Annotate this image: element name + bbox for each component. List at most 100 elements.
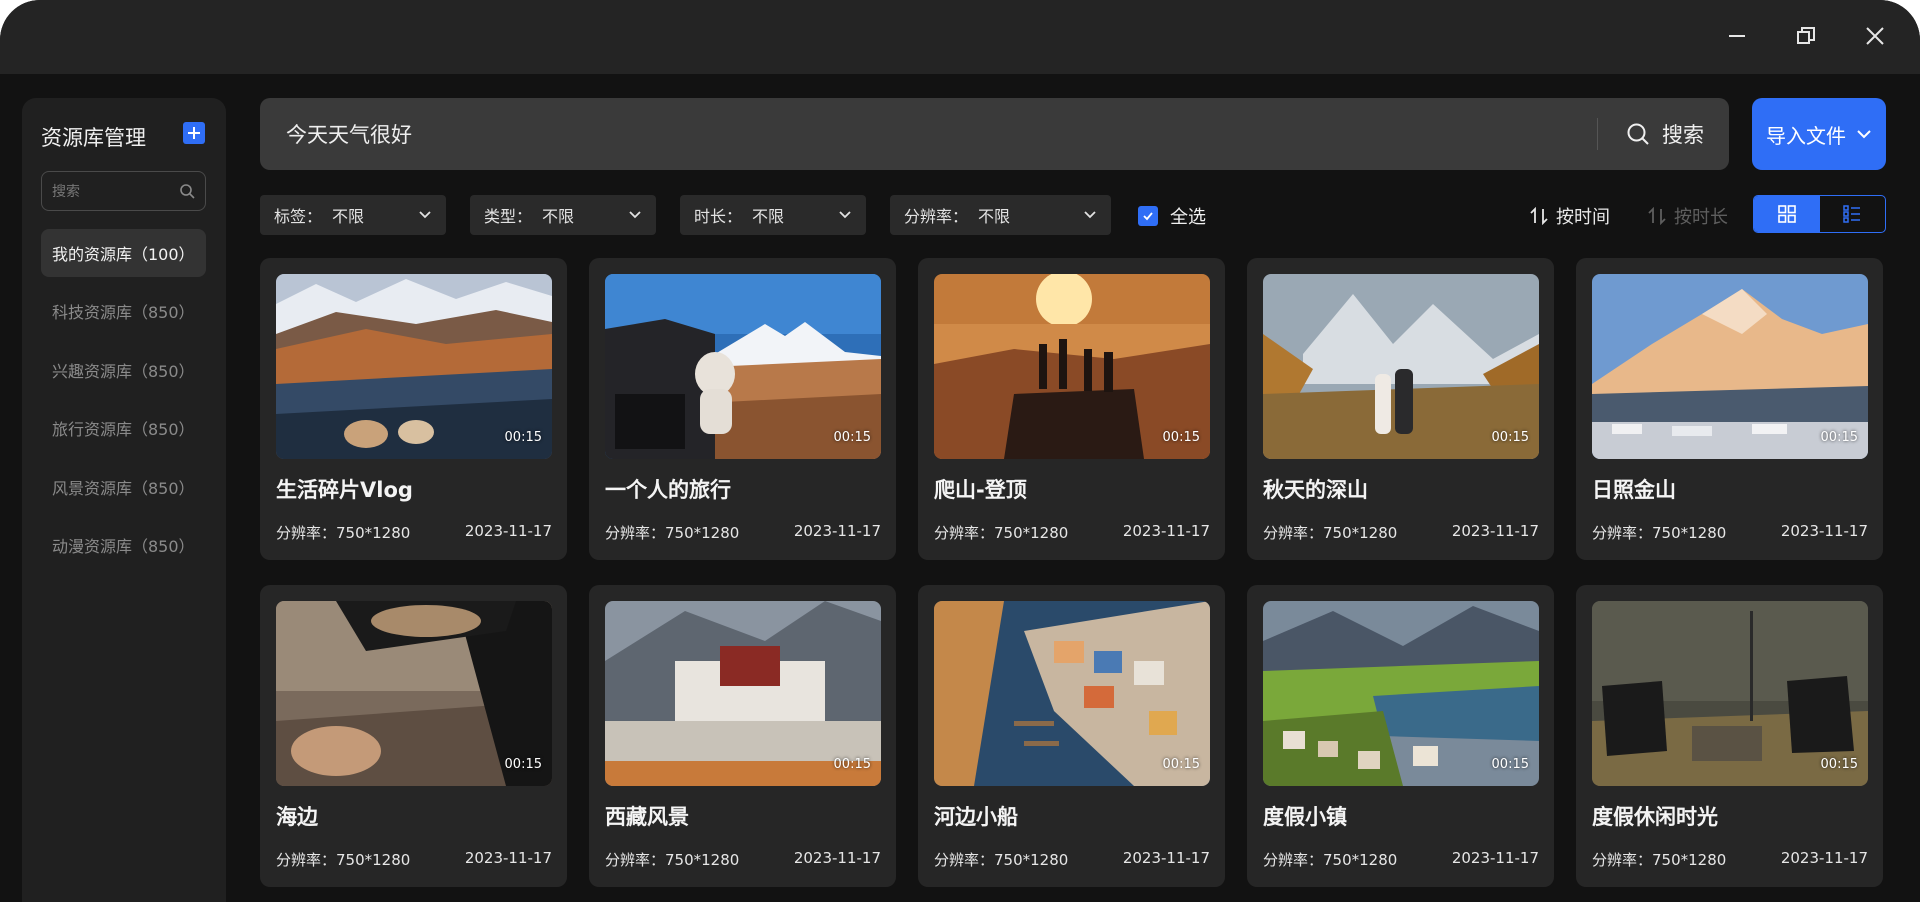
card-date: 2023-11-17 — [464, 522, 552, 540]
card-title: 度假休闲时光 — [1592, 805, 1718, 829]
filter-value: 不限 — [752, 207, 785, 226]
resolution-filter-dropdown[interactable]: 分辨率： 不限 — [890, 195, 1111, 235]
import-file-label: 导入文件 — [1766, 123, 1846, 148]
search-bar: 搜索 — [260, 98, 1729, 170]
sort-by-time-button[interactable]: 按时间 — [1530, 203, 1610, 229]
filter-value: 不限 — [332, 207, 365, 226]
card-date: 2023-11-17 — [793, 522, 881, 540]
card-date: 2023-11-17 — [1780, 522, 1868, 540]
sidebar-title: 资源库管理 — [41, 126, 146, 150]
restore-icon — [1797, 27, 1815, 44]
select-all-checkbox[interactable]: 全选 — [1138, 203, 1206, 229]
media-card[interactable]: 00:15 海边 分辨率：750*1280 2023-11-17 — [260, 585, 567, 887]
sort-by-duration-button[interactable]: 按时长 — [1648, 203, 1728, 229]
library-sidebar: 资源库管理 搜索 我的资源库（100） 科技资源库（850） 兴趣资源库（850… — [22, 98, 226, 902]
card-title: 度假小镇 — [1263, 805, 1347, 829]
list-view-button[interactable] — [1820, 196, 1886, 232]
duration-badge: 00:15 — [1162, 757, 1200, 772]
filter-value: 不限 — [542, 207, 575, 226]
card-resolution: 分辨率：750*1280 — [1592, 524, 1727, 542]
sort-icon — [1530, 207, 1548, 225]
sidebar-search-input[interactable]: 搜索 — [41, 171, 206, 211]
duration-badge: 00:15 — [1820, 430, 1858, 445]
card-title: 爬山-登顶 — [934, 478, 1027, 502]
media-card[interactable]: 00:15 度假休闲时光 分辨率：750*1280 2023-11-17 — [1576, 585, 1883, 887]
card-meta: 分辨率：750*1280 2023-11-17 — [1592, 849, 1868, 870]
duration-badge: 00:15 — [1162, 430, 1200, 445]
card-resolution: 分辨率：750*1280 — [1263, 524, 1398, 542]
tag-filter-dropdown[interactable]: 标签： 不限 — [260, 195, 446, 235]
filter-label: 类型： — [484, 207, 533, 226]
media-card[interactable]: 00:15 生活碎片Vlog 分辨率：750*1280 2023-11-17 — [260, 258, 567, 560]
card-title: 河边小船 — [934, 805, 1018, 829]
media-card[interactable]: 00:15 日照金山 分辨率：750*1280 2023-11-17 — [1576, 258, 1883, 560]
media-card[interactable]: 00:15 秋天的深山 分辨率：750*1280 2023-11-17 — [1247, 258, 1554, 560]
sidebar-item-tech-library[interactable]: 科技资源库（850） — [41, 287, 206, 335]
filter-value: 不限 — [978, 207, 1011, 226]
video-thumbnail: 00:15 — [934, 601, 1210, 786]
app-window: 资源库管理 搜索 我的资源库（100） 科技资源库（850） 兴趣资源库（850… — [0, 0, 1920, 902]
card-resolution: 分辨率：750*1280 — [276, 524, 411, 542]
search-input[interactable] — [286, 120, 1586, 148]
card-resolution: 分辨率：750*1280 — [1592, 851, 1727, 869]
sidebar-item-scenery-library[interactable]: 风景资源库（850） — [41, 463, 206, 511]
card-title: 西藏风景 — [605, 805, 689, 829]
card-date: 2023-11-17 — [1122, 849, 1210, 867]
chevron-down-icon — [1084, 211, 1096, 219]
sidebar-item-anime-library[interactable]: 动漫资源库（850） — [41, 521, 206, 569]
sidebar-item-interest-library[interactable]: 兴趣资源库（850） — [41, 346, 206, 394]
video-thumbnail: 00:15 — [276, 601, 552, 786]
media-card[interactable]: 00:15 河边小船 分辨率：750*1280 2023-11-17 — [918, 585, 1225, 887]
chevron-down-icon — [1857, 130, 1871, 139]
card-meta: 分辨率：750*1280 2023-11-17 — [934, 522, 1210, 543]
video-thumbnail: 00:15 — [934, 274, 1210, 459]
card-meta: 分辨率：750*1280 2023-11-17 — [605, 522, 881, 543]
duration-badge: 00:15 — [504, 430, 542, 445]
chevron-down-icon — [629, 211, 641, 219]
import-file-button[interactable]: 导入文件 — [1752, 98, 1886, 170]
sidebar-item-travel-library[interactable]: 旅行资源库（850） — [41, 404, 206, 452]
video-thumbnail: 00:15 — [276, 274, 552, 459]
card-meta: 分辨率：750*1280 2023-11-17 — [276, 522, 552, 543]
media-card[interactable]: 00:15 一个人的旅行 分辨率：750*1280 2023-11-17 — [589, 258, 896, 560]
card-resolution: 分辨率：750*1280 — [934, 524, 1069, 542]
card-resolution: 分辨率：750*1280 — [934, 851, 1069, 869]
restore-button[interactable] — [1788, 18, 1824, 54]
type-filter-dropdown[interactable]: 类型： 不限 — [470, 195, 656, 235]
duration-badge: 00:15 — [833, 757, 871, 772]
minimize-icon — [1729, 35, 1745, 37]
add-library-button[interactable] — [183, 122, 205, 144]
media-card[interactable]: 00:15 度假小镇 分辨率：750*1280 2023-11-17 — [1247, 585, 1554, 887]
media-card[interactable]: 00:15 西藏风景 分辨率：750*1280 2023-11-17 — [589, 585, 896, 887]
sort-by-duration-label: 按时长 — [1674, 207, 1728, 228]
close-button[interactable] — [1857, 18, 1893, 54]
card-date: 2023-11-17 — [1451, 849, 1539, 867]
search-button[interactable]: 搜索 — [1626, 116, 1704, 152]
card-title: 海边 — [276, 805, 318, 829]
media-card[interactable]: 00:15 爬山-登顶 分辨率：750*1280 2023-11-17 — [918, 258, 1225, 560]
card-title: 秋天的深山 — [1263, 478, 1368, 502]
select-all-label: 全选 — [1170, 207, 1206, 228]
card-resolution: 分辨率：750*1280 — [1263, 851, 1398, 869]
duration-badge: 00:15 — [504, 757, 542, 772]
minimize-button[interactable] — [1719, 18, 1755, 54]
card-meta: 分辨率：750*1280 2023-11-17 — [276, 849, 552, 870]
card-meta: 分辨率：750*1280 2023-11-17 — [934, 849, 1210, 870]
search-icon — [1627, 123, 1649, 145]
grid-icon — [1777, 205, 1796, 223]
card-meta: 分辨率：750*1280 2023-11-17 — [1263, 849, 1539, 870]
grid-view-button[interactable] — [1754, 196, 1820, 232]
sort-by-time-label: 按时间 — [1556, 207, 1610, 228]
duration-filter-dropdown[interactable]: 时长： 不限 — [680, 195, 866, 235]
video-thumbnail: 00:15 — [1263, 601, 1539, 786]
duration-badge: 00:15 — [1491, 430, 1529, 445]
card-resolution: 分辨率：750*1280 — [605, 851, 740, 869]
sidebar-item-my-library[interactable]: 我的资源库（100） — [41, 229, 206, 277]
card-date: 2023-11-17 — [1122, 522, 1210, 540]
card-meta: 分辨率：750*1280 2023-11-17 — [605, 849, 881, 870]
card-resolution: 分辨率：750*1280 — [605, 524, 740, 542]
card-date: 2023-11-17 — [464, 849, 552, 867]
video-thumbnail: 00:15 — [1592, 274, 1868, 459]
checkbox-checked-icon — [1138, 206, 1158, 226]
card-resolution: 分辨率：750*1280 — [276, 851, 411, 869]
